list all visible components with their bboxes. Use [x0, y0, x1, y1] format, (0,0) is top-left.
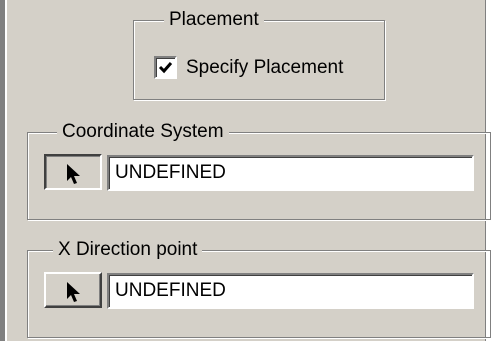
- placement-panel: Placement Specify Placement Coordinate S…: [0, 0, 494, 341]
- coordinate-system-field[interactable]: UNDEFINED: [107, 155, 474, 191]
- specify-placement-label: Specify Placement: [186, 56, 344, 78]
- x-direction-point-group: X Direction point UNDEFINED: [27, 237, 491, 338]
- panel-left-highlight: [5, 0, 7, 341]
- specify-placement-checkbox[interactable]: [154, 56, 177, 79]
- x-direction-point-field[interactable]: UNDEFINED: [107, 273, 474, 309]
- coordinate-system-group: Coordinate System UNDEFINED: [27, 119, 491, 220]
- specify-placement-checkbox-row[interactable]: Specify Placement: [154, 56, 343, 79]
- checkmark-icon: [158, 62, 173, 74]
- placement-group-label: Placement: [164, 7, 264, 33]
- arrow-cursor-icon: [67, 164, 80, 184]
- coordinate-system-group-label: Coordinate System: [57, 119, 229, 145]
- x-direction-point-select-button[interactable]: [44, 272, 102, 308]
- arrow-cursor-icon: [67, 282, 80, 302]
- placement-group: Placement Specify Placement: [133, 7, 385, 100]
- x-direction-point-group-label: X Direction point: [53, 237, 203, 263]
- coordinate-system-select-button[interactable]: [44, 154, 102, 190]
